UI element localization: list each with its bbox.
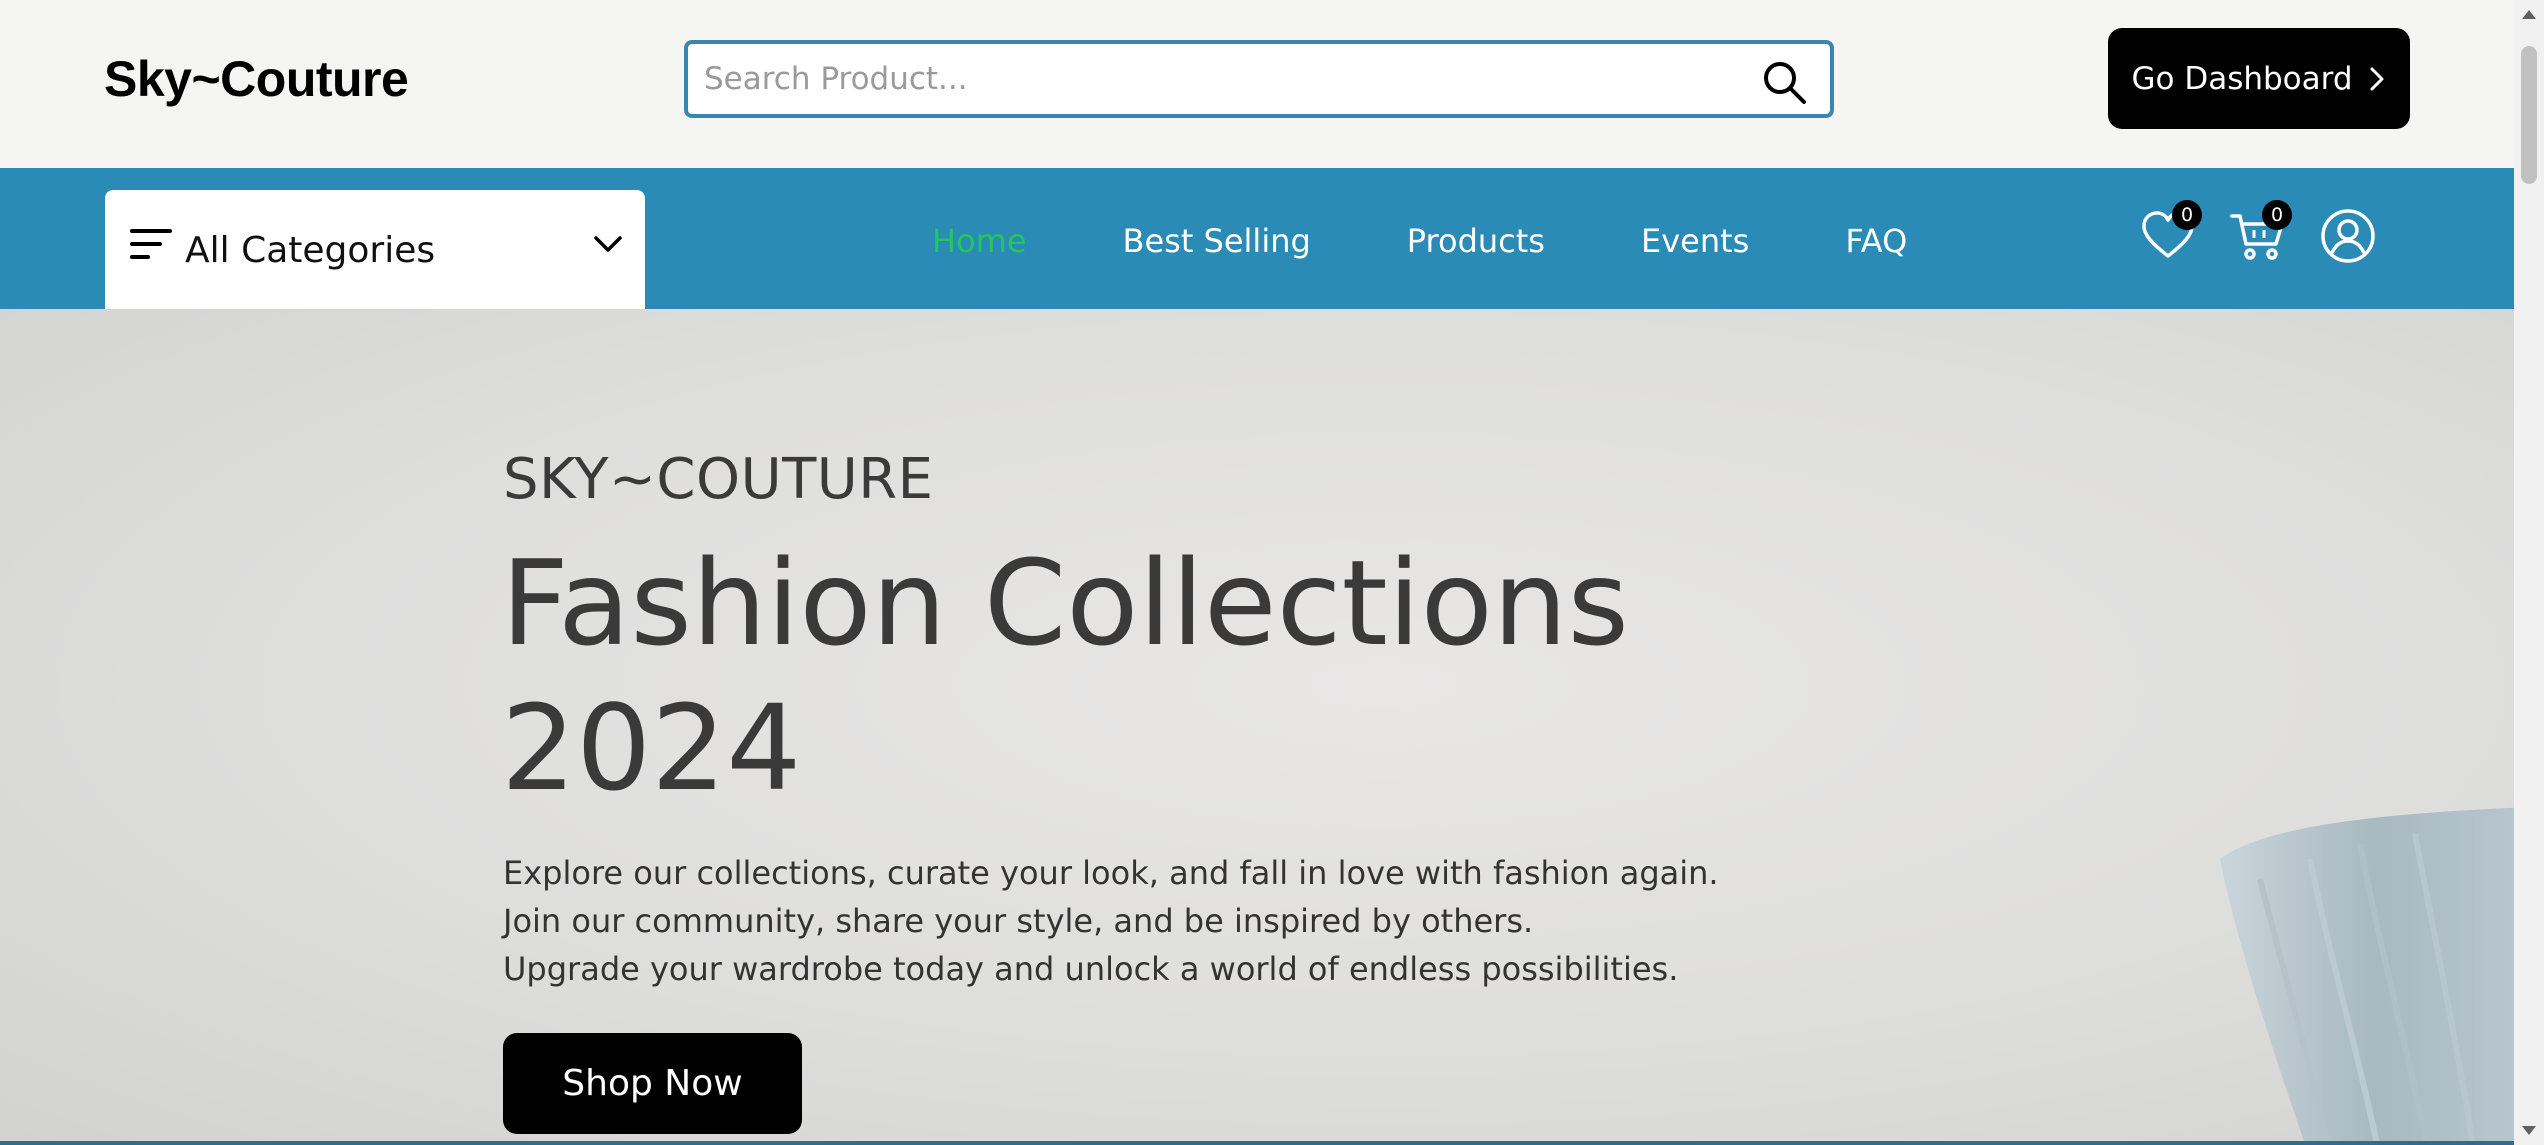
hero-desc-line: Upgrade your wardrobe today and unlock a… xyxy=(503,950,1679,988)
page: Sky~Couture Go Dashboard All Categories xyxy=(0,0,2514,1145)
wishlist-count-badge: 0 xyxy=(2172,200,2202,230)
hero-title-line-1: Fashion Collections xyxy=(501,534,1630,672)
cart-button[interactable]: 0 xyxy=(2230,200,2292,268)
wishlist-button[interactable]: 0 xyxy=(2140,200,2202,268)
hero-desc-line: Explore our collections, curate your loo… xyxy=(503,854,1719,892)
nav-links: Home Best Selling Products Events FAQ xyxy=(932,222,1907,260)
nav-link-events[interactable]: Events xyxy=(1641,222,1749,260)
shop-now-button[interactable]: Shop Now xyxy=(503,1033,802,1134)
nav-link-faq[interactable]: FAQ xyxy=(1845,222,1907,260)
vertical-scrollbar[interactable] xyxy=(2514,0,2544,1145)
cart-count-badge: 0 xyxy=(2262,200,2292,230)
hero-title: Fashion Collections 2024 xyxy=(501,531,1701,821)
search-bar xyxy=(684,40,1834,118)
top-header: Sky~Couture Go Dashboard xyxy=(0,0,2514,168)
nav-link-products[interactable]: Products xyxy=(1407,222,1545,260)
scroll-down-arrow-icon[interactable] xyxy=(2514,1115,2544,1145)
search-icon[interactable] xyxy=(1760,58,1808,106)
bottom-edge xyxy=(0,1141,2514,1145)
nav-link-home[interactable]: Home xyxy=(932,222,1027,260)
hero-desc-line: Join our community, share your style, an… xyxy=(503,902,1534,940)
all-categories-label: All Categories xyxy=(185,230,436,271)
filter-lines-icon xyxy=(130,229,172,259)
hero-kicker: SKY~COUTURE xyxy=(503,447,934,512)
hero-title-line-2: 2024 xyxy=(501,679,802,817)
chair-image xyxy=(2220,807,2514,1145)
site-logo[interactable]: Sky~Couture xyxy=(104,50,409,108)
chevron-down-icon xyxy=(594,236,622,252)
scroll-up-arrow-icon[interactable] xyxy=(2514,0,2544,30)
chevron-right-icon xyxy=(2370,67,2384,90)
hero-description: Explore our collections, curate your loo… xyxy=(503,849,1803,993)
user-circle-icon xyxy=(2321,209,2375,263)
search-input[interactable] xyxy=(688,44,1830,114)
go-dashboard-button[interactable]: Go Dashboard xyxy=(2108,28,2410,129)
all-categories-dropdown[interactable]: All Categories xyxy=(105,190,645,309)
main-navbar: All Categories Home Best Selling Product… xyxy=(0,168,2514,309)
go-dashboard-label: Go Dashboard xyxy=(2131,60,2353,97)
nav-link-best-selling[interactable]: Best Selling xyxy=(1123,222,1311,260)
hero-banner: SKY~COUTURE Fashion Collections 2024 Exp… xyxy=(0,309,2514,1145)
scrollbar-thumb[interactable] xyxy=(2521,46,2537,184)
profile-button[interactable] xyxy=(2320,208,2380,268)
